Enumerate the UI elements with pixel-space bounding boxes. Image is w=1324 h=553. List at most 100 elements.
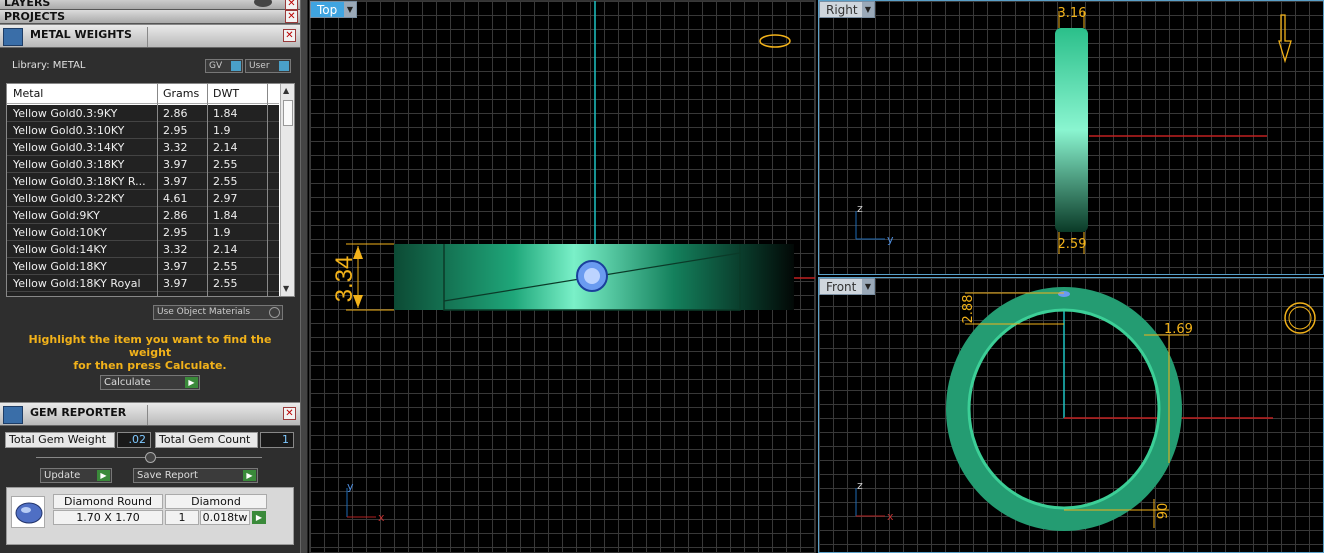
divider (147, 27, 148, 47)
viewport-label-text: Top (317, 3, 338, 17)
table-row[interactable]: Yellow Gold0.3:22KY 4.61 2.97 (7, 190, 279, 207)
table-row-partial[interactable] (7, 292, 279, 296)
gv-button[interactable]: GV (205, 59, 243, 73)
cell-grams: 3.32 (163, 141, 188, 154)
viewport-top[interactable]: 3.34 y x Top ▼ (309, 0, 816, 553)
viewport-label-right[interactable]: Right ▼ (819, 1, 875, 18)
calculate-button[interactable]: Calculate ▶ (100, 375, 200, 390)
cell-dwt: 2.55 (213, 260, 238, 273)
gem-diamond[interactable] (1058, 291, 1070, 297)
column-divider (207, 84, 208, 296)
front-view-canvas[interactable]: 2.88 1.69 90 z x (819, 278, 1324, 553)
checkbox-icon[interactable] (269, 307, 280, 318)
close-icon[interactable]: ✕ (285, 10, 298, 23)
gem-reporter-header[interactable]: GEM REPORTER ✕ (0, 402, 300, 426)
close-icon[interactable]: ✕ (285, 0, 298, 10)
cell-grams: 3.32 (163, 243, 188, 256)
metal-weights-title: METAL WEIGHTS (30, 28, 132, 41)
cell-metal: Yellow Gold:9KY (13, 209, 100, 222)
dim-height: 3.34 (331, 256, 358, 303)
axis-label-v: z (857, 479, 863, 492)
hint-text: Highlight the item you want to find the … (10, 333, 290, 372)
user-button[interactable]: User (245, 59, 291, 73)
close-icon[interactable]: ✕ (283, 407, 296, 420)
dim-right: 1.69 (1164, 322, 1193, 337)
total-gem-weight-value: .02 (117, 432, 151, 448)
ring-mini-icon (759, 34, 791, 48)
gem-size: 1.70 X 1.70 (53, 510, 163, 525)
layers-bar[interactable]: LAYERS ✕ (0, 0, 300, 10)
axis-label-h: x (887, 510, 894, 523)
dim-bottom: 90 (1156, 503, 1171, 520)
close-icon[interactable]: ✕ (283, 29, 296, 42)
scale-icon (3, 28, 23, 46)
cell-grams: 2.95 (163, 124, 188, 137)
column-header-dwt[interactable]: DWT (213, 87, 239, 100)
table-row[interactable]: Yellow Gold0.3:18KY R... 3.97 2.55 (7, 173, 279, 190)
dim-left: 2.88 (961, 295, 976, 324)
scroll-thumb[interactable] (283, 100, 293, 126)
total-gem-count-value: 1 (260, 432, 294, 448)
viewport-front[interactable]: 2.88 1.69 90 z x Front ▼ (818, 277, 1324, 553)
viewport-label-top[interactable]: Top ▼ (310, 1, 357, 18)
play-icon[interactable]: ▶ (252, 511, 266, 524)
column-header-metal[interactable]: Metal (13, 87, 43, 100)
cell-metal: Yellow Gold0.3:9KY (13, 107, 118, 120)
update-label: Update (44, 470, 81, 481)
cell-grams: 4.61 (163, 192, 188, 205)
scroll-up-icon[interactable]: ▲ (283, 86, 289, 95)
viewport-label-text: Right (826, 3, 858, 17)
chevron-down-icon[interactable]: ▼ (344, 2, 356, 17)
table-scrollbar[interactable]: ▲ ▼ (280, 84, 294, 296)
save-report-button[interactable]: Save Report ▶ (133, 468, 258, 483)
chevron-down-icon[interactable]: ▼ (862, 2, 874, 17)
projects-bar[interactable]: PROJECTS ✕ (0, 10, 300, 24)
right-view-canvas[interactable]: 3.16 2.59 z y (819, 1, 1324, 275)
separator-knob[interactable] (145, 452, 156, 463)
gem-list-item[interactable]: Diamond Round Diamond 1.70 X 1.70 1 0.01… (6, 487, 294, 545)
table-row[interactable]: Yellow Gold:9KY 2.86 1.84 (7, 207, 279, 224)
table-row[interactable]: Yellow Gold0.3:14KY 3.32 2.14 (7, 139, 279, 156)
save-report-label: Save Report (137, 470, 198, 481)
panel-splitter[interactable] (300, 0, 308, 553)
calculate-label: Calculate (104, 377, 151, 388)
scroll-down-icon[interactable]: ▼ (283, 284, 289, 293)
cell-grams: 2.86 (163, 107, 188, 120)
toggle-icon (279, 61, 289, 71)
diamond-icon (11, 496, 45, 528)
user-button-label: User (249, 61, 270, 71)
column-divider (267, 84, 268, 296)
cell-metal: Yellow Gold0.3:10KY (13, 124, 125, 137)
cell-dwt: 2.14 (213, 243, 238, 256)
cell-dwt: 2.14 (213, 141, 238, 154)
table-row[interactable]: Yellow Gold0.3:10KY 2.95 1.9 (7, 122, 279, 139)
gem-count: 1 (165, 510, 199, 525)
table-row[interactable]: Yellow Gold0.3:18KY 3.97 2.55 (7, 156, 279, 173)
use-object-materials-checkbox[interactable]: Use Object Materials (153, 305, 283, 320)
table-row[interactable]: Yellow Gold0.3:9KY 2.86 1.84 (7, 105, 279, 122)
eye-icon[interactable] (254, 0, 272, 7)
table-row[interactable]: Yellow Gold:18KY 3.97 2.55 (7, 258, 279, 275)
gem-material: Diamond (165, 494, 267, 509)
gem-reporter-title: GEM REPORTER (30, 406, 127, 419)
cell-grams: 3.97 (163, 158, 188, 171)
metal-table[interactable]: Metal Grams DWT Yellow Gold0.3:9KY 2.86 1.… (6, 83, 295, 297)
chevron-down-icon[interactable]: ▼ (862, 279, 874, 294)
cell-metal: Yellow Gold:14KY (13, 243, 107, 256)
viewport-label-front[interactable]: Front ▼ (819, 278, 875, 295)
viewport-right[interactable]: 3.16 2.59 z y Right ▼ (818, 0, 1324, 275)
table-row[interactable]: Yellow Gold:14KY 3.32 2.14 (7, 241, 279, 258)
app: LAYERS ✕ PROJECTS ✕ METAL WEIGHTS ✕ Libr… (0, 0, 1324, 553)
metal-weights-header[interactable]: METAL WEIGHTS ✕ (0, 24, 300, 48)
play-icon: ▶ (97, 470, 110, 481)
ring-mini-inner (1288, 306, 1312, 330)
cell-dwt: 1.84 (213, 107, 238, 120)
update-button[interactable]: Update ▶ (40, 468, 112, 483)
table-row[interactable]: Yellow Gold:10KY 2.95 1.9 (7, 224, 279, 241)
column-header-grams[interactable]: Grams (163, 87, 199, 100)
axis-label-h: x (378, 511, 385, 524)
top-view-canvas[interactable]: 3.34 y x (310, 1, 816, 553)
table-row[interactable]: Yellow Gold:18KY Royal 3.97 2.55 (7, 275, 279, 292)
cell-dwt: 1.84 (213, 209, 238, 222)
cell-metal: Yellow Gold0.3:18KY (13, 158, 125, 171)
